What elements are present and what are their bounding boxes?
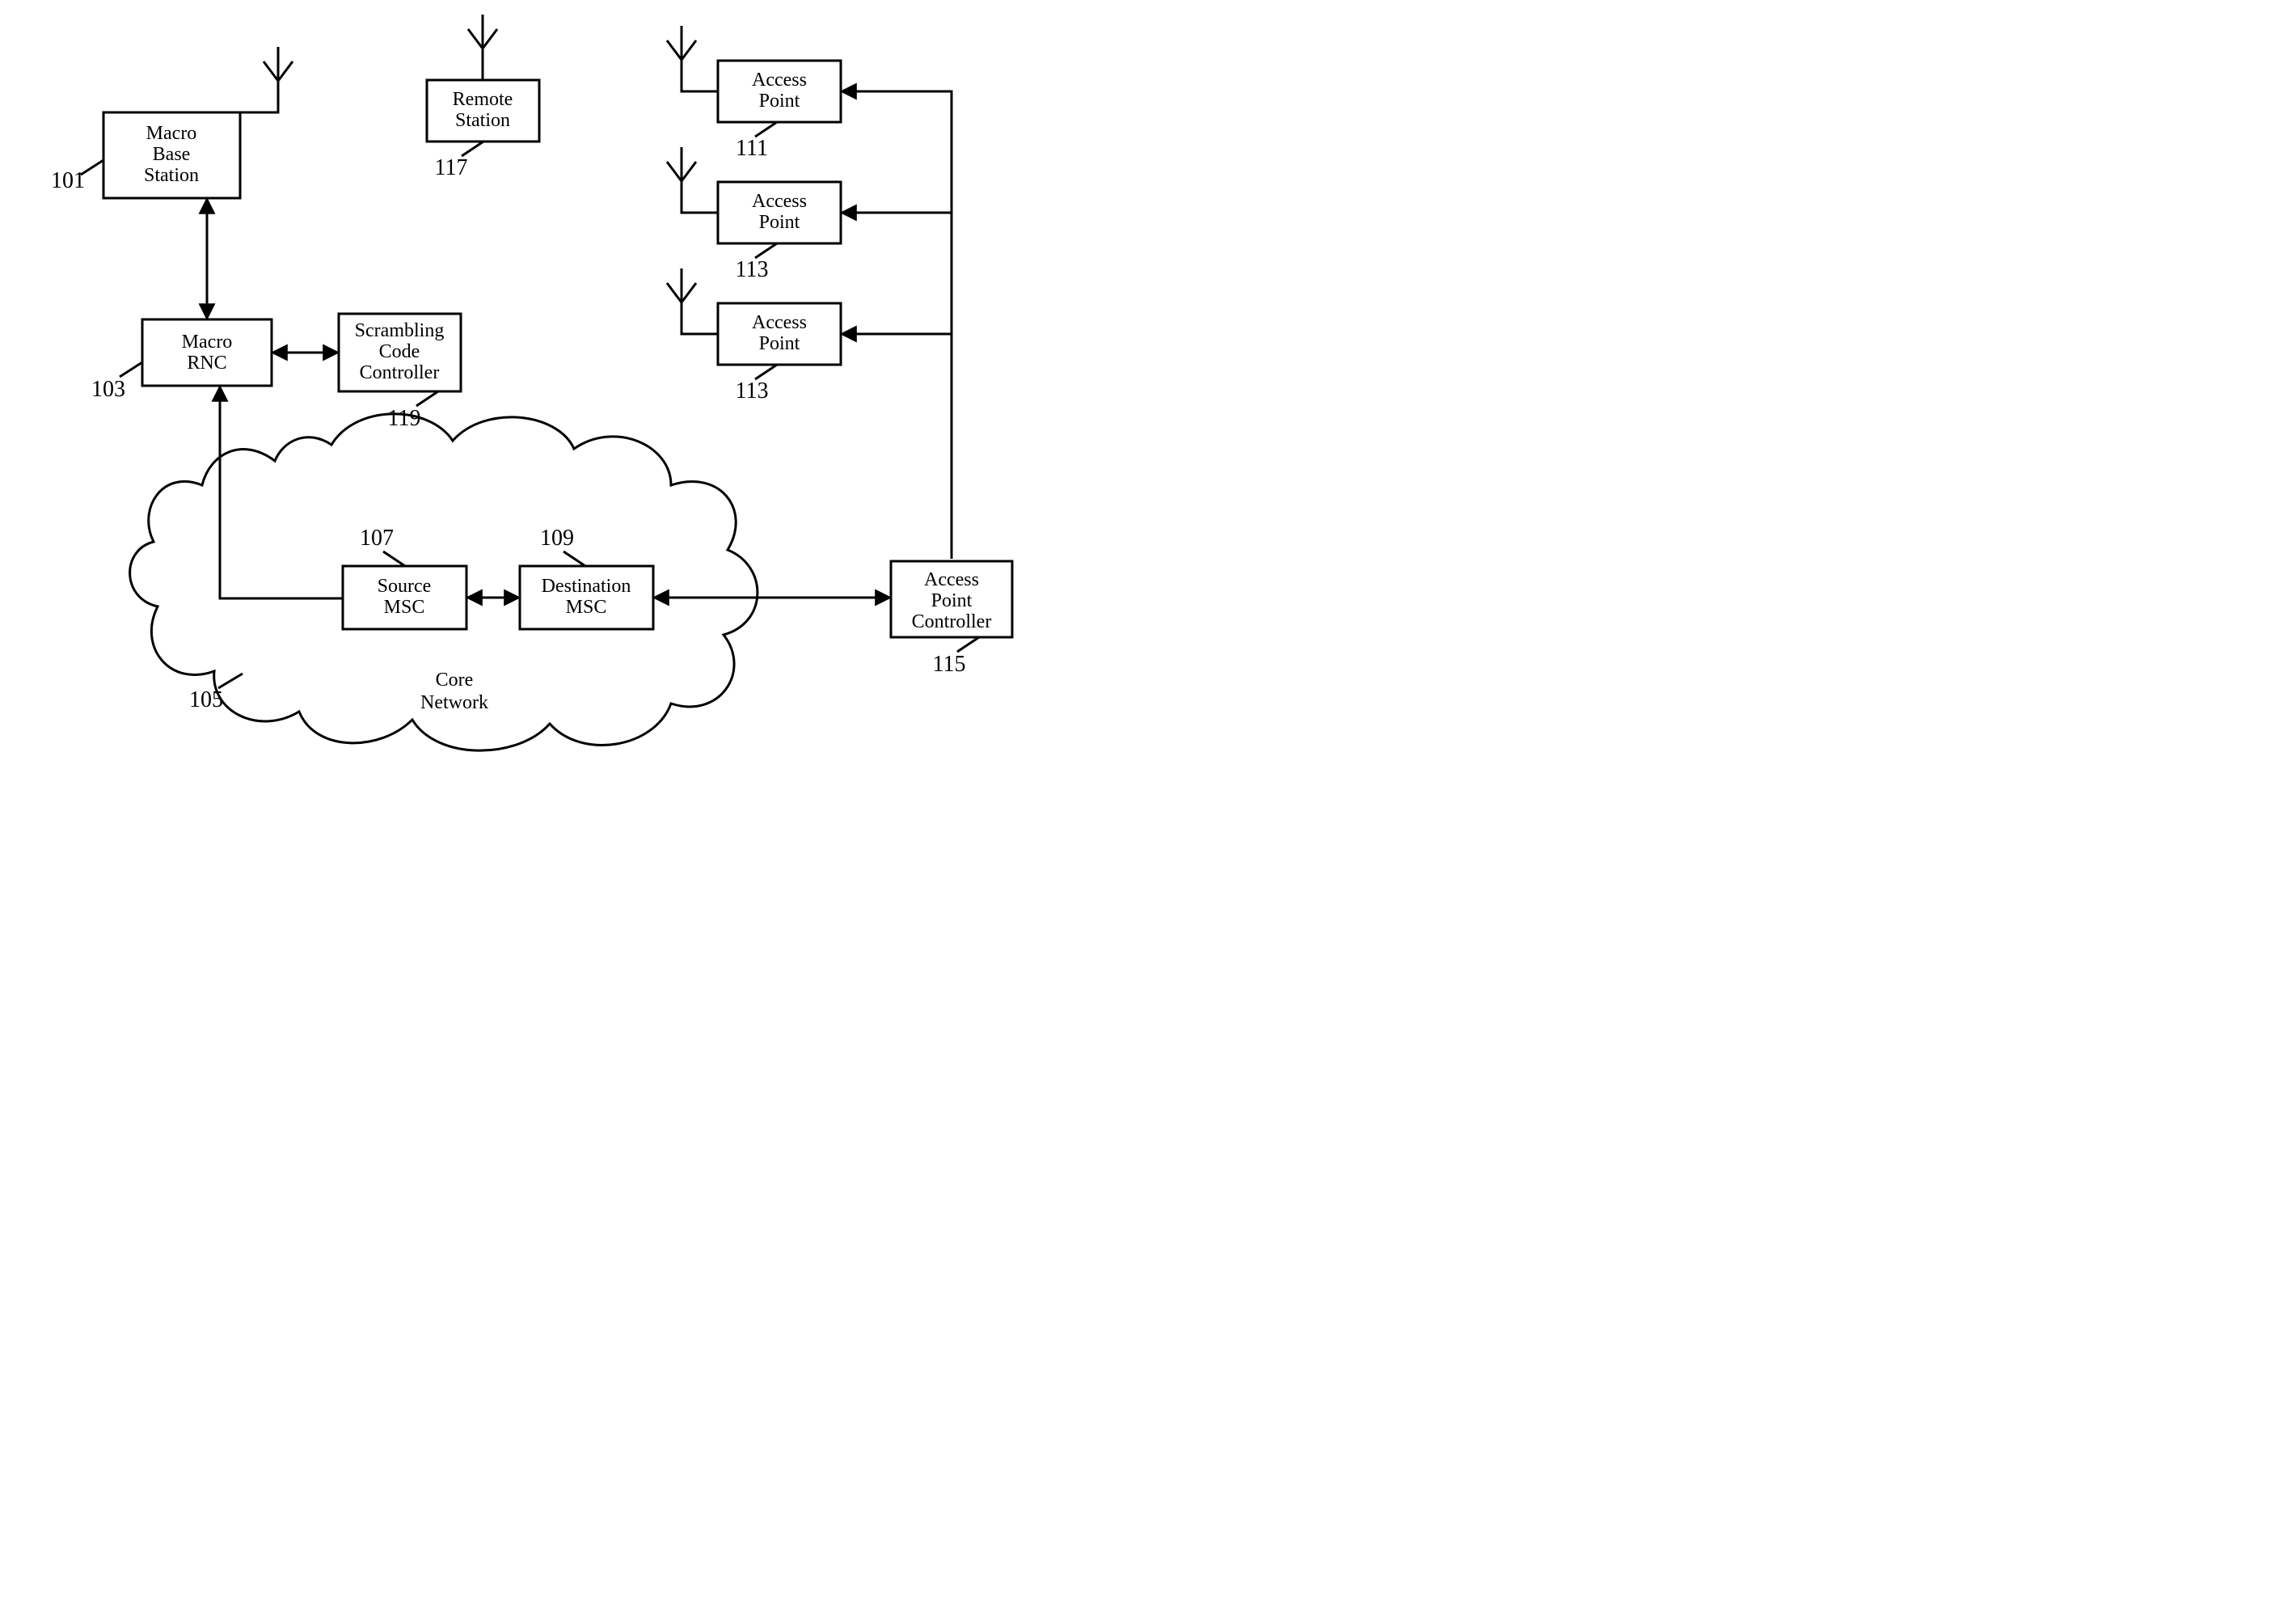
antenna-icon [667,147,718,213]
link-apc-ap1 [843,91,952,559]
antenna-icon [468,15,497,80]
ref-101: 101 [51,168,85,193]
antenna-icon [667,268,718,334]
link-cloud-rnc [220,388,343,598]
ref-117: 117 [435,155,468,180]
access-point-2-label: AccessPoint [752,191,807,233]
antenna-icon [667,26,718,91]
ref-107: 107 [360,526,394,551]
ref-103: 103 [91,377,125,402]
ref-113b: 113 [736,378,769,404]
access-point-3-label: AccessPoint [752,312,807,354]
ref-109: 109 [540,526,574,551]
macro-rnc-label: MacroRNC [182,332,233,374]
antenna-icon [240,47,293,112]
ref-115: 115 [933,652,966,677]
ref-119: 119 [388,406,421,431]
ref-113a: 113 [736,257,769,282]
access-point-1-label: AccessPoint [752,70,807,112]
core-network-label: CoreNetwork [420,670,488,713]
remote-station-label: RemoteStation [453,89,513,131]
ref-111: 111 [736,136,768,161]
ref-105: 105 [189,687,223,712]
source-msc-label: SourceMSC [378,576,432,618]
